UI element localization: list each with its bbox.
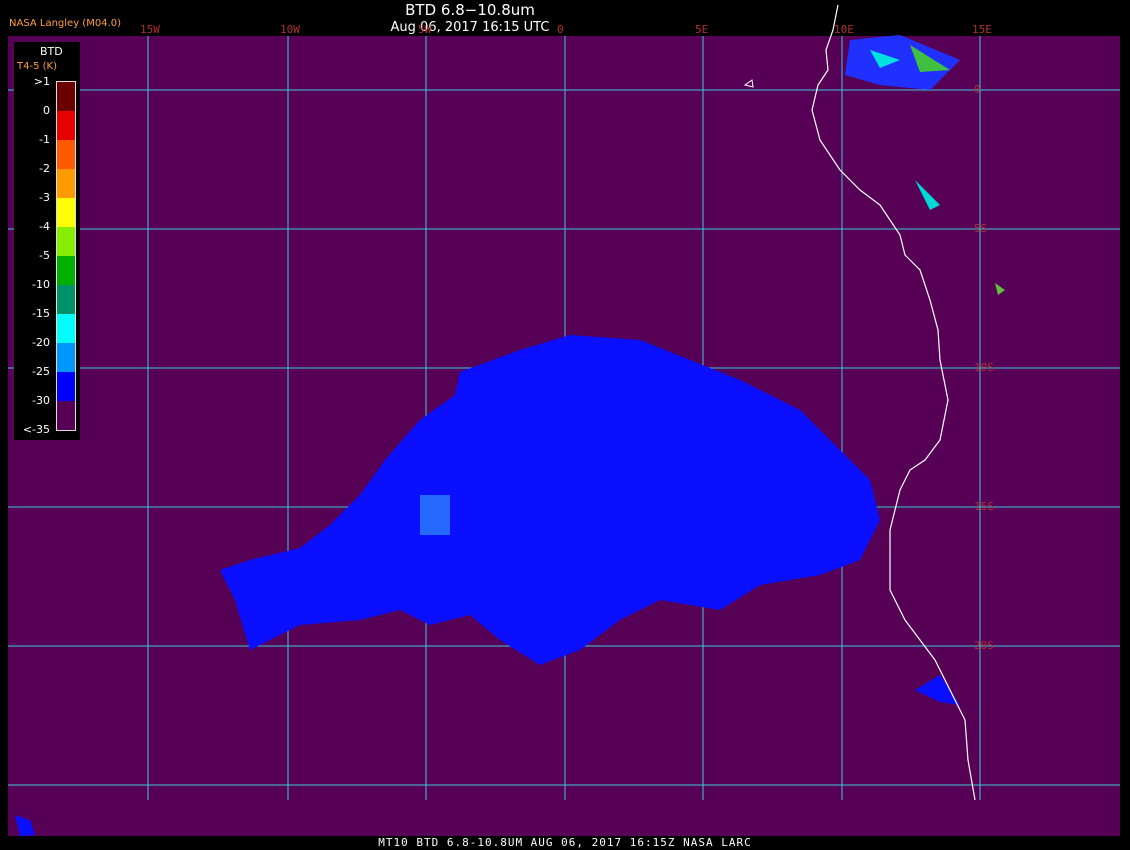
cloud-patch — [420, 495, 450, 535]
legend-label: -15 — [32, 307, 50, 320]
legend-label: -25 — [32, 365, 50, 378]
legend-label: -3 — [39, 191, 50, 204]
latitude-label: 20S — [974, 639, 994, 652]
legend-label: -5 — [39, 249, 50, 262]
legend-label: -30 — [32, 394, 50, 407]
legend-label: <-35 — [22, 423, 50, 436]
longitude-label: 0 — [557, 23, 564, 36]
legend-swatch — [57, 372, 75, 401]
latitude-label: 10S — [974, 361, 994, 374]
legend-swatch — [57, 82, 75, 111]
latitude-label: 5S — [974, 222, 988, 235]
legend-label: -2 — [39, 162, 50, 175]
legend-label: >1 — [33, 75, 50, 88]
legend-swatch — [57, 256, 75, 285]
latitude-label: 0 — [974, 83, 981, 96]
longitude-label: 15E — [972, 23, 992, 36]
org-label: NASA Langley (M04.0) — [9, 18, 121, 29]
legend-subtitle: T4-5 (K) — [17, 61, 57, 72]
legend-swatch — [57, 169, 75, 198]
footer-caption: MT10 BTD 6.8-10.8UM AUG 06, 2017 16:15Z … — [378, 836, 752, 849]
legend-swatch — [57, 343, 75, 372]
longitude-label: 10E — [834, 23, 854, 36]
longitude-label: 10W — [280, 23, 300, 36]
latitude-label: 15S — [974, 500, 994, 513]
longitude-label: 15W — [140, 23, 160, 36]
legend-swatch — [57, 285, 75, 314]
legend-swatch — [57, 314, 75, 343]
longitude-label: 5E — [695, 23, 709, 36]
legend-colorbar — [56, 81, 76, 431]
legend-swatch — [57, 401, 75, 430]
legend-label: -4 — [39, 220, 50, 233]
legend-label: -20 — [32, 336, 50, 349]
legend-label: -10 — [32, 278, 50, 291]
legend-swatch — [57, 198, 75, 227]
legend-swatch — [57, 111, 75, 140]
legend-swatch — [57, 140, 75, 169]
legend-title: BTD — [40, 45, 63, 58]
legend-label: -1 — [39, 133, 50, 146]
page-title: BTD 6.8−10.8um — [405, 1, 535, 19]
map-image — [8, 4, 1120, 836]
longitude-label: 5W — [418, 23, 432, 36]
legend-swatch — [57, 227, 75, 256]
legend-label: 0 — [43, 104, 50, 117]
